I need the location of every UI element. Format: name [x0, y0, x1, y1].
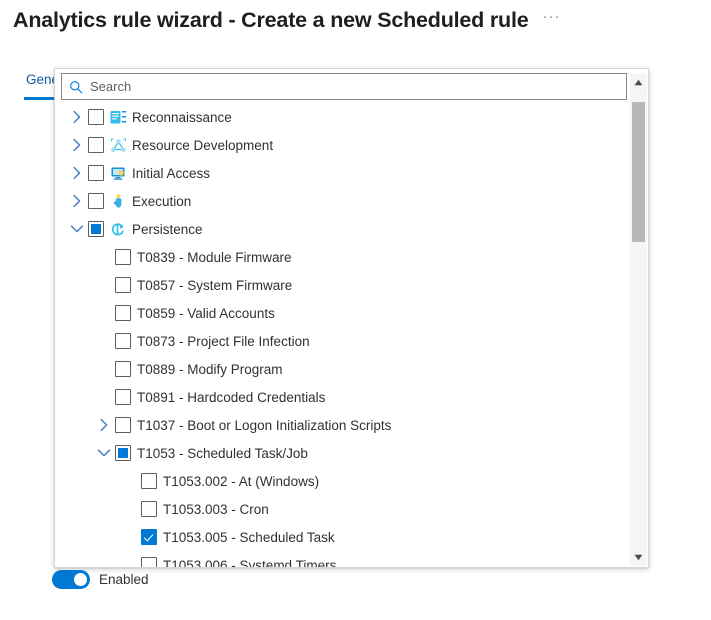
- chevron-right-icon[interactable]: [66, 187, 88, 215]
- tree-row[interactable]: T0873 - Project File Infection: [55, 327, 630, 355]
- scroll-up-arrow-icon[interactable]: [630, 74, 647, 91]
- tree-row[interactable]: T0839 - Module Firmware: [55, 243, 630, 271]
- chevron-down-icon[interactable]: [93, 439, 115, 467]
- enabled-toggle-label: Enabled: [99, 572, 149, 587]
- page-header: Analytics rule wizard - Create a new Sch…: [13, 8, 561, 33]
- mitre-tactics-dropdown-panel: Reconnaissance Resource Development Initia…: [54, 68, 649, 568]
- tree-row[interactable]: Execution: [55, 187, 630, 215]
- tree-row-label: Resource Development: [132, 137, 274, 153]
- tree-row-label: T1053 - Scheduled Task/Job: [137, 445, 308, 461]
- tree-row[interactable]: T0891 - Hardcoded Credentials: [55, 383, 630, 411]
- row-checkbox[interactable]: [141, 501, 157, 517]
- row-checkbox[interactable]: [115, 361, 131, 377]
- chevron-right-icon[interactable]: [66, 159, 88, 187]
- tree-row-label: Initial Access: [132, 165, 211, 181]
- tree-row[interactable]: T0857 - System Firmware: [55, 271, 630, 299]
- row-checkbox[interactable]: [141, 473, 157, 489]
- row-checkbox[interactable]: [141, 529, 157, 545]
- search-row: [61, 73, 627, 100]
- resource-development-icon: [110, 137, 129, 153]
- tree-row-label: T0839 - Module Firmware: [137, 249, 292, 265]
- row-checkbox[interactable]: [141, 557, 157, 567]
- tree-row-label: T1037 - Boot or Logon Initialization Scr…: [137, 417, 392, 433]
- row-checkbox[interactable]: [115, 389, 131, 405]
- search-input[interactable]: [90, 74, 626, 99]
- enabled-toggle[interactable]: [52, 570, 90, 589]
- search-icon: [62, 80, 90, 94]
- tree-row[interactable]: T1053 - Scheduled Task/Job: [55, 439, 630, 467]
- row-checkbox[interactable]: [88, 137, 104, 153]
- tree-row-label: Reconnaissance: [132, 109, 232, 125]
- tree-row-label: Execution: [132, 193, 192, 209]
- tree-row[interactable]: T1053.002 - At (Windows): [55, 467, 630, 495]
- execution-icon: [110, 193, 129, 209]
- row-checkbox[interactable]: [115, 417, 131, 433]
- tree-row-label: T1053.002 - At (Windows): [163, 473, 320, 489]
- initial-access-icon: [110, 165, 129, 181]
- tactics-technique-tree: Reconnaissance Resource Development Initia…: [55, 103, 630, 567]
- row-checkbox[interactable]: [115, 305, 131, 321]
- tree-row[interactable]: T0859 - Valid Accounts: [55, 299, 630, 327]
- row-checkbox[interactable]: [88, 193, 104, 209]
- ellipsis-icon[interactable]: ···: [543, 9, 561, 30]
- tree-row[interactable]: Resource Development: [55, 131, 630, 159]
- chevron-right-icon[interactable]: [66, 131, 88, 159]
- row-checkbox[interactable]: [115, 249, 131, 265]
- tree-viewport: Reconnaissance Resource Development Initia…: [55, 103, 630, 567]
- row-checkbox[interactable]: [115, 445, 131, 461]
- row-checkbox[interactable]: [88, 165, 104, 181]
- tree-row-label: T0891 - Hardcoded Credentials: [137, 389, 326, 405]
- tree-row[interactable]: Reconnaissance: [55, 103, 630, 131]
- chevron-down-icon[interactable]: [66, 215, 88, 243]
- tree-row[interactable]: T1053.003 - Cron: [55, 495, 630, 523]
- tree-row-label: T1053.003 - Cron: [163, 501, 269, 517]
- tree-row[interactable]: T0889 - Modify Program: [55, 355, 630, 383]
- row-checkbox[interactable]: [115, 333, 131, 349]
- tree-row-label: T0857 - System Firmware: [137, 277, 293, 293]
- tree-row[interactable]: Persistence: [55, 215, 630, 243]
- tree-row[interactable]: T1053.006 - Systemd Timers: [55, 551, 630, 567]
- row-checkbox[interactable]: [115, 277, 131, 293]
- reconnaissance-icon: [110, 109, 129, 125]
- panel-scrollbar[interactable]: [630, 74, 647, 566]
- page-title: Analytics rule wizard - Create a new Sch…: [13, 8, 529, 32]
- tree-row[interactable]: T1053.005 - Scheduled Task: [55, 523, 630, 551]
- enabled-toggle-row: Enabled: [52, 570, 149, 589]
- scroll-down-arrow-icon[interactable]: [630, 549, 647, 566]
- tree-row-label: Persistence: [132, 221, 203, 237]
- row-checkbox[interactable]: [88, 109, 104, 125]
- chevron-right-icon[interactable]: [93, 411, 115, 439]
- tree-row-label: T0859 - Valid Accounts: [137, 305, 275, 321]
- tree-row-label: T1053.006 - Systemd Timers: [163, 557, 337, 568]
- scrollbar-thumb[interactable]: [632, 102, 645, 242]
- chevron-right-icon[interactable]: [66, 103, 88, 131]
- row-checkbox[interactable]: [88, 221, 104, 237]
- persistence-icon: [110, 221, 129, 237]
- tree-row-label: T0889 - Modify Program: [137, 361, 283, 377]
- tree-row-label: T0873 - Project File Infection: [137, 333, 310, 349]
- scrollbar-track[interactable]: [630, 91, 647, 549]
- tree-row[interactable]: Initial Access: [55, 159, 630, 187]
- search-box[interactable]: [61, 73, 627, 100]
- tree-row-label: T1053.005 - Scheduled Task: [163, 529, 335, 545]
- tree-row[interactable]: T1037 - Boot or Logon Initialization Scr…: [55, 411, 630, 439]
